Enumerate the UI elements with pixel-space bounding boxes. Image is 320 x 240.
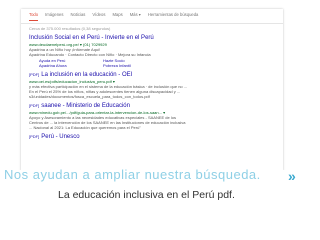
result-title[interactable]: La inclusión en la educación - OEI bbox=[41, 72, 132, 78]
pdf-badge: [PDF] bbox=[29, 72, 40, 77]
result-snippet: ... Nacional al 2021: La Educación que q… bbox=[29, 125, 141, 130]
pdf-badge: [PDF] bbox=[29, 134, 40, 139]
tab-todo[interactable]: Todo bbox=[29, 12, 39, 21]
result-3: [PDF] saanee - Ministerio de Educación ww… bbox=[21, 102, 269, 130]
slide-caption: Nos ayudan a ampliar nuestra búsqueda. bbox=[4, 167, 261, 182]
tab-maps[interactable]: Maps bbox=[112, 12, 122, 21]
result-title-row[interactable]: [PDF] saanee - Ministerio de Educación bbox=[29, 102, 269, 110]
slide-subcaption: La educación inclusiva en el Perú pdf. bbox=[58, 189, 235, 201]
search-results-screenshot: Todo Imágenes Noticias Vídeos Maps Más ▾… bbox=[21, 9, 283, 171]
result-title[interactable]: saanee - Ministerio de Educación bbox=[41, 103, 130, 109]
result-title-row[interactable]: [PDF] La inclusión en la educación - OEI bbox=[29, 71, 269, 79]
tab-herramientas[interactable]: Herramientas de búsqueda bbox=[148, 12, 199, 21]
tab-noticias[interactable]: Noticias bbox=[70, 12, 85, 21]
tab-videos[interactable]: Vídeos bbox=[92, 12, 105, 21]
tab-mas[interactable]: Más ▾ bbox=[130, 12, 141, 21]
sitelink-pobreza[interactable]: Pobreza Infantil bbox=[103, 63, 163, 68]
results-count: Cerca de 375.000 resultados (0,38 segund… bbox=[29, 26, 111, 31]
sitelinks: Ayuda en Perú Hazte Socio Apadrina Ahora… bbox=[39, 58, 269, 68]
result-snippet: Apadrina Educando · Contacto Directo con… bbox=[29, 52, 151, 57]
result-title-row[interactable]: [PDF] Perú - Unesco bbox=[29, 133, 269, 141]
pdf-badge: [PDF] bbox=[29, 103, 40, 108]
result-title[interactable]: Perú - Unesco bbox=[41, 134, 79, 140]
result-2: [PDF] La inclusión en la educación - OEI … bbox=[21, 71, 269, 99]
result-snippet: s3/unidades/documentos/fosca_escuela_par… bbox=[29, 94, 150, 99]
sitelink-apadrina[interactable]: Apadrina Ahora bbox=[39, 63, 99, 68]
result-4: [PDF] Perú - Unesco bbox=[21, 133, 269, 141]
search-tabs: Todo Imágenes Noticias Vídeos Maps Más ▾… bbox=[21, 9, 283, 21]
double-chevron-right-icon: » bbox=[288, 168, 296, 184]
result-1: Inclusión Social en el Perú - Invierte e… bbox=[21, 35, 269, 68]
tab-imagenes[interactable]: Imágenes bbox=[45, 12, 63, 21]
result-title[interactable]: Inclusión Social en el Perú - Invierte e… bbox=[29, 35, 269, 42]
tabs-divider bbox=[21, 23, 283, 24]
